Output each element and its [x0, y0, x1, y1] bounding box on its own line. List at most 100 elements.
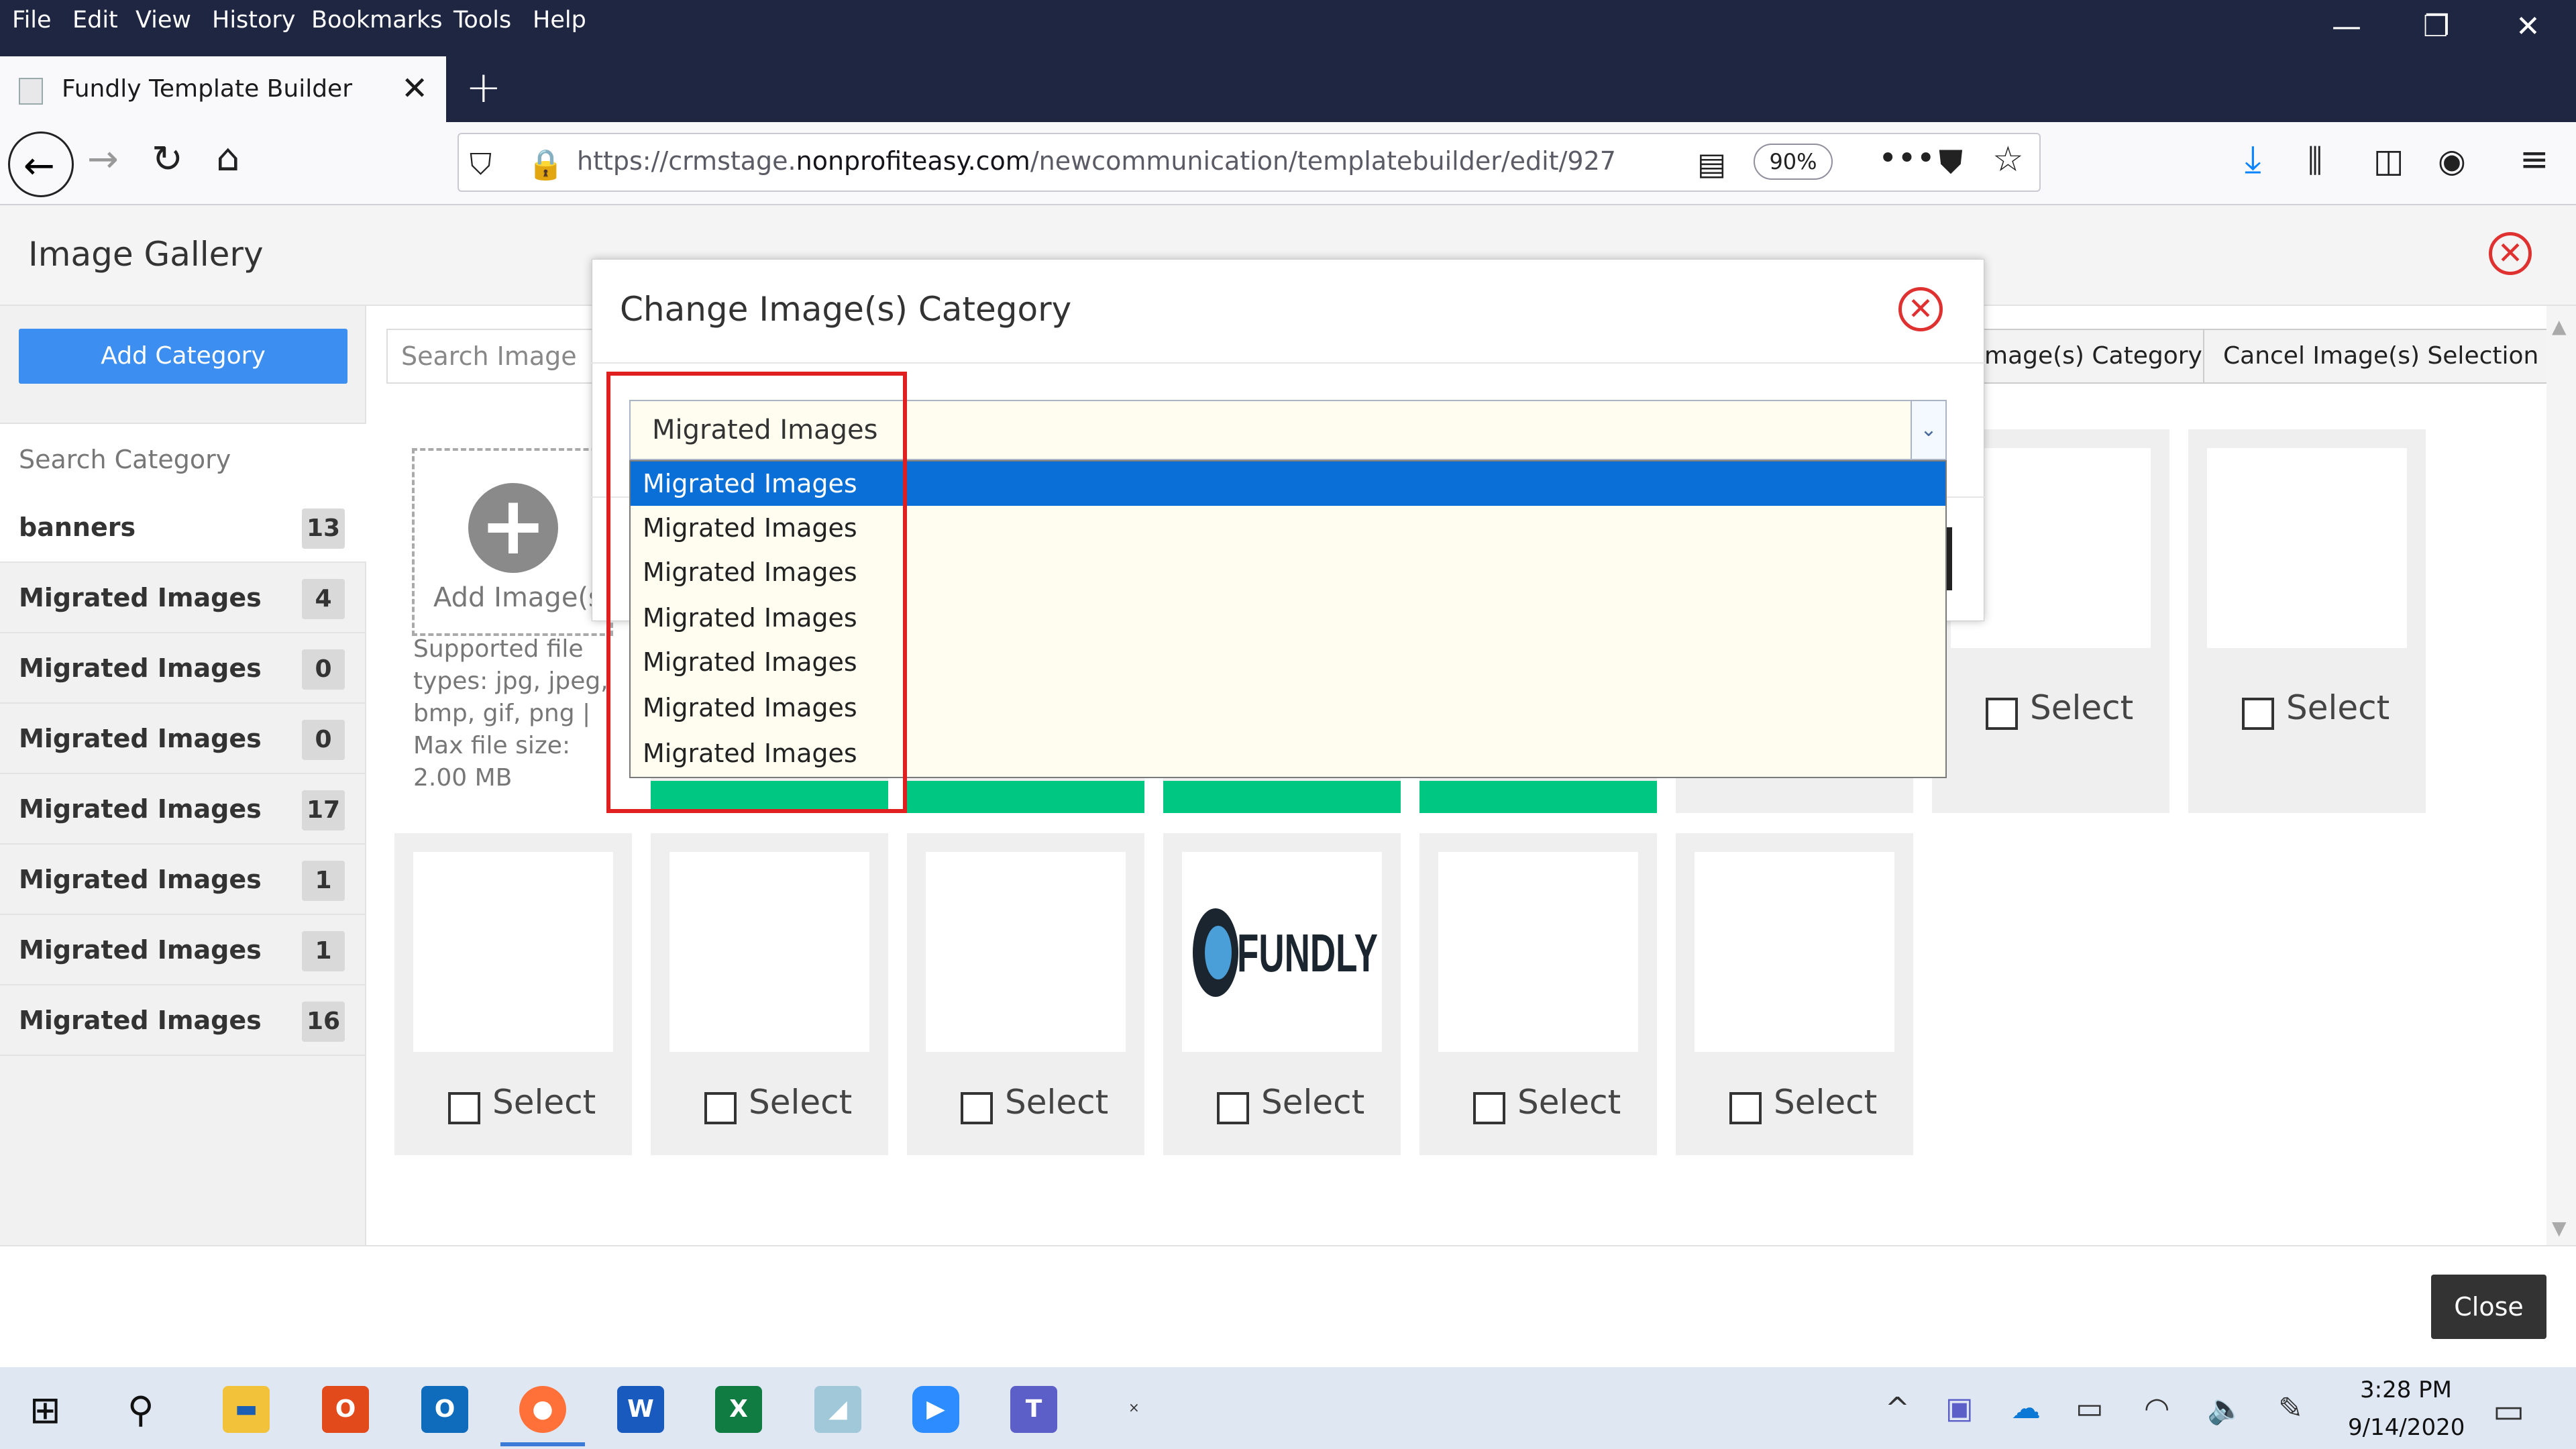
reader-view-icon[interactable]: ▤	[1697, 145, 1726, 182]
menu-file[interactable]: File	[12, 7, 52, 34]
scroll-up-icon[interactable]: ▲	[2552, 315, 2567, 337]
category-item[interactable]: Migrated Images 1	[0, 845, 366, 915]
menu-view[interactable]: View	[136, 7, 191, 34]
image-card[interactable]: Select	[907, 833, 1144, 1155]
image-thumbnail[interactable]	[413, 852, 613, 1052]
menu-help[interactable]: Help	[533, 7, 586, 34]
outlook-icon[interactable]: O	[421, 1386, 468, 1433]
firefox-icon[interactable]: ●	[519, 1386, 566, 1433]
library-icon[interactable]: ⫼	[2308, 142, 2322, 180]
account-icon[interactable]: ◉	[2438, 142, 2466, 180]
back-icon[interactable]: ←	[8, 131, 74, 197]
file-explorer-icon[interactable]: ▬	[223, 1386, 270, 1433]
category-item[interactable]: Migrated Images 1	[0, 915, 366, 985]
select-checkbox[interactable]	[961, 1092, 993, 1124]
scrollbar[interactable]	[2546, 306, 2576, 1245]
bookmark-star-icon[interactable]: ☆	[1992, 141, 2024, 178]
pen-icon[interactable]: ✎	[2278, 1391, 2303, 1426]
category-item[interactable]: Migrated Images 0	[0, 704, 366, 774]
image-thumbnail[interactable]	[1695, 852, 1894, 1052]
image-card[interactable]: Select	[651, 833, 888, 1155]
fundly-logo-thumbnail[interactable]: FUNDLY	[1182, 852, 1382, 1052]
image-thumbnail[interactable]	[2207, 448, 2407, 648]
forward-icon[interactable]: →	[87, 141, 119, 178]
select-checkbox[interactable]	[1986, 698, 2018, 730]
pocket-icon[interactable]: ⛊	[1939, 144, 1963, 181]
teams-icon[interactable]: T	[1010, 1386, 1057, 1433]
excel-icon[interactable]: X	[715, 1386, 762, 1433]
image-card[interactable]: Select	[394, 833, 632, 1155]
close-button[interactable]: Close	[2431, 1275, 2546, 1339]
wifi-icon[interactable]: ◠	[2144, 1391, 2169, 1426]
reload-icon[interactable]: ↻	[152, 141, 183, 178]
more-actions-icon[interactable]: •••	[1878, 140, 1935, 177]
scroll-down-icon[interactable]: ▼	[2552, 1217, 2567, 1239]
modal-close-icon[interactable]: ✕	[1898, 287, 1943, 331]
image-card[interactable]: FUNDLY Select	[1163, 833, 1401, 1155]
app-icon[interactable]: ×	[1128, 1399, 1140, 1415]
select-checkbox[interactable]	[2242, 698, 2274, 730]
menu-bookmarks[interactable]: Bookmarks	[311, 7, 443, 34]
change-category-button[interactable]: mage(s) Category	[1968, 329, 2222, 384]
category-item[interactable]: Migrated Images 16	[0, 985, 366, 1056]
category-item[interactable]: banners 13	[0, 492, 366, 563]
image-card[interactable]: Select	[1676, 833, 1913, 1155]
image-card[interactable]: Select	[2188, 429, 2426, 813]
clock-date[interactable]: 9/14/2020	[2348, 1414, 2465, 1441]
shield-icon[interactable]: ⛉	[470, 146, 492, 184]
image-thumbnail[interactable]	[669, 852, 869, 1052]
select-label: Select	[1005, 1083, 1109, 1122]
word-icon[interactable]: W	[617, 1386, 664, 1433]
tray-chevron-up-icon[interactable]: ^	[1885, 1391, 1910, 1426]
hamburger-menu-icon[interactable]: ≡	[2520, 141, 2549, 178]
search-image-input[interactable]: Search Image	[386, 329, 614, 384]
tab-close-icon[interactable]: ✕	[401, 70, 428, 107]
new-tab-icon[interactable]: +	[466, 63, 502, 113]
select-checkbox[interactable]	[1473, 1092, 1505, 1124]
notifications-icon[interactable]: ▭	[2493, 1391, 2524, 1430]
lock-icon[interactable]: 🔒	[527, 146, 564, 184]
category-count-badge: 1	[302, 861, 345, 901]
snip-tool-icon[interactable]: ◢	[814, 1386, 861, 1433]
search-category-input[interactable]: Search Category	[0, 423, 366, 494]
image-card[interactable]: Select	[1419, 833, 1657, 1155]
category-label: Migrated Images	[19, 1006, 262, 1035]
volume-icon[interactable]: 🔈	[2207, 1391, 2244, 1426]
card-progress-bar	[1419, 781, 1657, 813]
add-category-button[interactable]: Add Category	[19, 329, 347, 384]
select-checkbox[interactable]	[704, 1092, 737, 1124]
tray-teams-icon[interactable]: ▣	[1945, 1391, 1974, 1426]
close-window-icon[interactable]: ✕	[2516, 12, 2540, 42]
gallery-close-icon[interactable]: ✕	[2489, 232, 2532, 275]
select-checkbox[interactable]	[1217, 1092, 1249, 1124]
cancel-selection-button[interactable]: Cancel Image(s) Selection	[2203, 329, 2559, 384]
downloads-icon[interactable]: ⤓	[2245, 141, 2261, 178]
sidebar-icon[interactable]: ◫	[2373, 142, 2404, 180]
category-label: Migrated Images	[19, 724, 262, 753]
windows-start-icon[interactable]: ⊞	[30, 1389, 61, 1432]
home-icon[interactable]: ⌂	[216, 140, 240, 177]
zoom-icon[interactable]: ▶	[912, 1386, 959, 1433]
menu-history[interactable]: History	[212, 7, 296, 34]
image-thumbnail[interactable]	[926, 852, 1126, 1052]
chevron-down-icon[interactable]: ⌄	[1911, 401, 1945, 459]
office-icon[interactable]: O	[322, 1386, 369, 1433]
add-image-plus-icon[interactable]: +	[468, 483, 558, 573]
zoom-level-badge[interactable]: 90%	[1754, 144, 1833, 180]
category-item[interactable]: Migrated Images 0	[0, 633, 366, 704]
menu-tools[interactable]: Tools	[453, 7, 511, 34]
image-thumbnail[interactable]	[1438, 852, 1638, 1052]
url-text[interactable]: https://crmstage.nonprofiteasy.com/newco…	[577, 146, 1616, 176]
select-checkbox[interactable]	[448, 1092, 480, 1124]
clock-time[interactable]: 3:28 PM	[2360, 1377, 2452, 1403]
search-icon[interactable]: ⚲	[127, 1389, 154, 1431]
restore-icon[interactable]: ❐	[2423, 12, 2449, 42]
select-label: Select	[492, 1083, 596, 1122]
onedrive-icon[interactable]: ☁	[2011, 1391, 2041, 1426]
battery-icon[interactable]: ▭	[2076, 1391, 2104, 1426]
menu-edit[interactable]: Edit	[72, 7, 118, 34]
category-item[interactable]: Migrated Images 17	[0, 774, 366, 845]
minimize-icon[interactable]: —	[2332, 12, 2361, 42]
select-checkbox[interactable]	[1729, 1092, 1762, 1124]
category-item[interactable]: Migrated Images 4	[0, 563, 366, 633]
